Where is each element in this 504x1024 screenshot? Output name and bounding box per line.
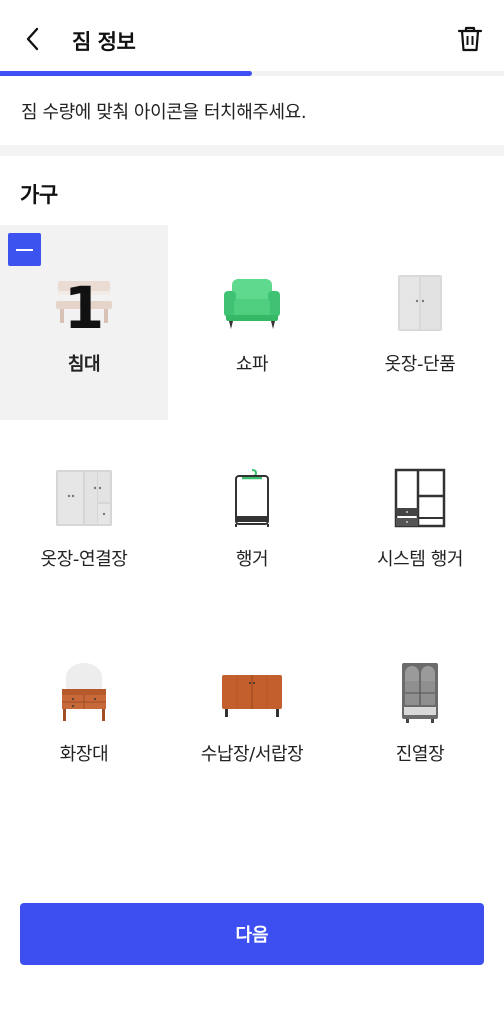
sofa-icon: [224, 279, 280, 329]
furniture-item-wardrobe-combined[interactable]: 옷장-연결장: [0, 420, 168, 615]
item-count: 1: [63, 274, 105, 342]
tv-stand-icon: [220, 856, 284, 887]
furniture-label: 수납장/서랍장: [200, 744, 304, 765]
system-hanger-icon: [394, 468, 446, 528]
hanger-icon: [235, 469, 269, 527]
furniture-item-tv-stand[interactable]: [168, 810, 336, 887]
delete-button[interactable]: [454, 22, 486, 56]
section-title: 가구: [20, 183, 58, 207]
table-icon: [52, 856, 116, 887]
cabinet-icon: [222, 675, 282, 717]
progress-bar: [0, 71, 504, 76]
chevron-left-icon: [26, 27, 39, 51]
furniture-item-system-hanger[interactable]: 시스템 행거: [336, 420, 504, 615]
furniture-label: 시스템 행거: [376, 549, 464, 570]
furniture-item-vanity[interactable]: 화장대: [0, 615, 168, 810]
next-button[interactable]: 다음: [20, 903, 484, 965]
furniture-label: 침대: [67, 354, 101, 375]
progress-fill: [0, 71, 252, 76]
furniture-item-bookshelf[interactable]: [336, 810, 504, 887]
furniture-item-hanger[interactable]: 행거: [168, 420, 336, 615]
furniture-item-table[interactable]: [0, 810, 168, 887]
vanity-icon: [62, 663, 106, 721]
app-header: 짐 정보: [0, 0, 504, 72]
section-divider: [0, 145, 504, 156]
furniture-item-wardrobe-single[interactable]: 옷장-단품: [336, 225, 504, 420]
trash-icon: [457, 26, 483, 52]
furniture-grid: 1 침대 쇼파 옷장-단품 옷장-연결장 행거 시스템 행거 화장대 수납장/서…: [0, 225, 504, 887]
back-button[interactable]: [16, 22, 50, 56]
instruction-text: 짐 수량에 맞춰 아이콘을 터치해주세요.: [21, 102, 307, 123]
wardrobe-single-icon: [398, 275, 442, 331]
minus-icon: [16, 248, 33, 251]
furniture-item-display-cabinet[interactable]: 진열장: [336, 615, 504, 810]
display-cabinet-icon: [402, 663, 438, 723]
furniture-item-sofa[interactable]: 쇼파: [168, 225, 336, 420]
furniture-label: 행거: [235, 549, 269, 570]
furniture-item-cabinet[interactable]: 수납장/서랍장: [168, 615, 336, 810]
furniture-label: 화장대: [59, 744, 109, 765]
furniture-label: 옷장-연결장: [40, 549, 128, 570]
wardrobe-combined-icon: [56, 470, 112, 526]
furniture-label: 옷장-단품: [384, 354, 456, 375]
bookshelf-icon: [388, 856, 452, 887]
decrease-button[interactable]: [8, 233, 41, 266]
page-title: 짐 정보: [72, 30, 136, 54]
furniture-item-bed[interactable]: 1 침대: [0, 225, 168, 420]
furniture-label: 쇼파: [235, 354, 269, 375]
furniture-label: 진열장: [395, 744, 445, 765]
